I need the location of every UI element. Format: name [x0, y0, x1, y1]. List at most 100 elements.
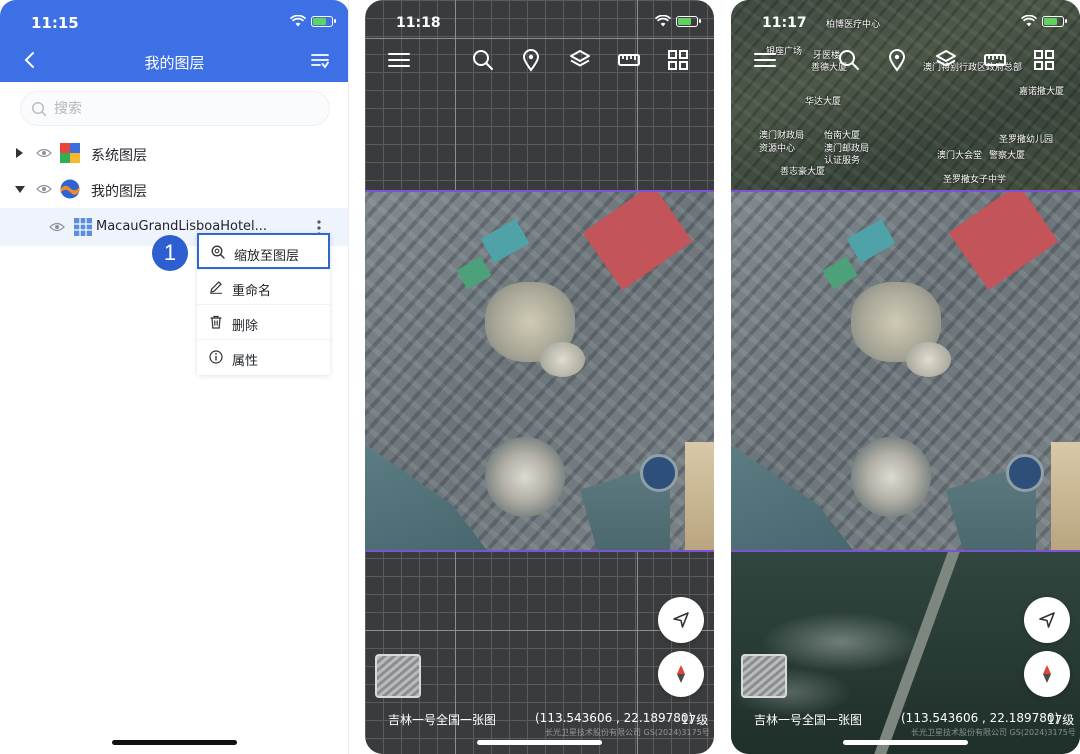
system-layer-icon: [60, 143, 80, 163]
zoom-to-layer-menu-item[interactable]: 缩放至图层: [197, 233, 330, 269]
step-number-badge: 1: [152, 235, 188, 271]
navigation-arrow-icon: [1039, 612, 1055, 628]
satellite-layer-imagery[interactable]: [365, 190, 714, 552]
satellite-layer-imagery[interactable]: [731, 190, 1080, 552]
map-label: 圣罗撒女子中学: [943, 175, 1007, 185]
grid-line: [365, 38, 714, 39]
page-title: 我的图层: [144, 54, 205, 72]
grid-apps-icon[interactable]: [1032, 48, 1056, 72]
zoom-to-layer-icon: [211, 245, 225, 259]
visibility-eye-icon[interactable]: [36, 183, 52, 195]
round-building: [540, 342, 585, 377]
sand-building: [1051, 442, 1080, 550]
status-icons: [1021, 15, 1067, 27]
coordinates-readout: (113.543606 , 22.189780): [901, 711, 1060, 725]
compass-icon: [677, 665, 685, 683]
home-indicator: [843, 740, 968, 745]
basemap-name: 吉林一号全国一张图: [754, 713, 863, 727]
tree-label-system-layers: 系统图层: [91, 148, 147, 164]
map-label: 澳门财政局: [759, 131, 805, 141]
navigation-arrow-icon: [673, 612, 689, 628]
map-label: 澳门大会堂: [937, 151, 983, 161]
layer-manager-screen: 11:15 我的图层 系统图层 我的图层 MacauGrandLisboaHot…: [0, 0, 349, 754]
layer-context-menu: 缩放至图层 重命名 删除 属性: [197, 233, 330, 375]
zoom-level: 17级: [1047, 713, 1075, 727]
collapse-caret-icon[interactable]: [15, 186, 25, 193]
map-label: 嘉诺撒大厦: [1019, 87, 1065, 97]
layers-icon[interactable]: [934, 48, 958, 72]
wifi-icon: [655, 15, 671, 27]
status-time: 11:18: [396, 15, 441, 31]
map-label: 华达大厦: [805, 97, 842, 107]
zoom-to-layer-label: 缩放至图层: [234, 249, 300, 264]
sand-building: [685, 442, 714, 550]
coordinates-readout: (113.543606 , 22.189780): [535, 711, 694, 725]
tree-row-system-layers[interactable]: 系统图层: [0, 135, 348, 171]
delete-menu-item[interactable]: 删除: [197, 304, 330, 340]
expand-caret-icon[interactable]: [16, 148, 23, 158]
status-time: 11:15: [31, 14, 79, 32]
hamburger-menu-icon[interactable]: [754, 52, 776, 68]
battery-icon: [1042, 15, 1067, 27]
status-time: 11:17: [762, 15, 807, 31]
map-label: 资源中心: [759, 144, 796, 154]
basemap-switcher-thumbnail[interactable]: [741, 654, 787, 698]
raster-grid-icon: [74, 218, 92, 236]
search-input[interactable]: [54, 92, 314, 125]
compass-icon: [1043, 665, 1051, 683]
hamburger-menu-icon[interactable]: [388, 52, 410, 68]
locate-me-button[interactable]: [658, 597, 704, 643]
basemap-switcher-thumbnail[interactable]: [375, 654, 421, 698]
lisboa-dome: [485, 437, 565, 517]
rename-menu-item[interactable]: 重命名: [197, 269, 330, 305]
lisboa-dome: [851, 437, 931, 517]
blue-stadium: [1006, 454, 1044, 492]
info-icon: [209, 350, 223, 364]
map-label: 善志豪大厦: [780, 167, 826, 177]
tree-row-my-layers[interactable]: 我的图层: [0, 171, 348, 207]
basemap-name: 吉林一号全国一张图: [388, 713, 497, 727]
compass-button[interactable]: [658, 651, 704, 697]
search-box: [20, 91, 330, 126]
map-label: 认证服务: [824, 156, 861, 166]
zoom-level: 17级: [681, 713, 709, 727]
battery-icon: [676, 15, 701, 27]
wifi-icon: [290, 15, 306, 27]
copyright-text: 长光卫星技术股份有限公司 GS(2024)3175号: [545, 728, 710, 737]
map-screen-satellite: 柏博医疗中心 银座广场 牙医楼 善德大厦 澳门特别行政区政府总部 华达大厦 澳门…: [731, 0, 1080, 754]
battery-icon: [311, 15, 336, 27]
home-indicator: [477, 740, 602, 745]
location-pin-icon[interactable]: [885, 48, 909, 72]
round-building: [906, 342, 951, 377]
map-label: 柏博医疗中心: [826, 20, 881, 30]
tree-label-layer-file: MacauGrandLisboaHotel...: [96, 219, 268, 234]
properties-menu-item[interactable]: 属性: [197, 339, 330, 375]
tree-label-my-layers: 我的图层: [91, 184, 147, 200]
ruler-icon[interactable]: [617, 48, 641, 72]
layers-icon[interactable]: [568, 48, 592, 72]
status-icons: [290, 15, 336, 27]
map-label: 圣罗撒幼儿园: [999, 135, 1054, 145]
copyright-text: 长光卫星技术股份有限公司 GS(2024)3175号: [911, 728, 1076, 737]
search-icon[interactable]: [471, 48, 495, 72]
visibility-eye-icon[interactable]: [36, 147, 52, 159]
status-icons: [655, 15, 701, 27]
locate-me-button[interactable]: [1024, 597, 1070, 643]
my-layer-globe-icon: [60, 179, 80, 199]
home-indicator: [112, 740, 237, 745]
search-icon: [31, 101, 47, 117]
visibility-eye-icon[interactable]: [49, 221, 65, 233]
delete-label: 删除: [232, 319, 259, 334]
rename-label: 重命名: [232, 284, 272, 299]
search-icon[interactable]: [837, 48, 861, 72]
properties-label: 属性: [232, 354, 259, 369]
blue-stadium: [640, 454, 678, 492]
ruler-icon[interactable]: [983, 48, 1007, 72]
map-label: 怡南大厦: [824, 131, 861, 141]
sort-menu-button[interactable]: [310, 51, 330, 71]
grid-apps-icon[interactable]: [666, 48, 690, 72]
location-pin-icon[interactable]: [519, 48, 543, 72]
compass-button[interactable]: [1024, 651, 1070, 697]
pencil-icon: [210, 281, 222, 294]
header-bar: 11:15 我的图层: [0, 0, 348, 82]
